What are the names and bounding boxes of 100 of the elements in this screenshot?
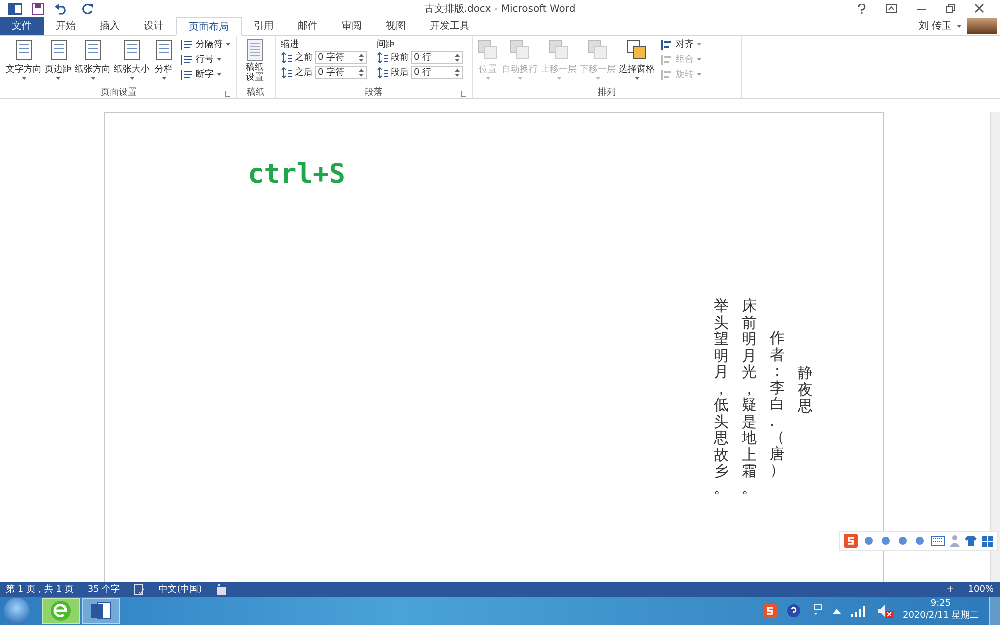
lines-icon bbox=[181, 38, 193, 50]
page-icon bbox=[82, 38, 104, 62]
field-label: 之后 bbox=[295, 66, 313, 79]
spacing-arrows-icon bbox=[377, 66, 389, 78]
ime-tool-icon[interactable] bbox=[863, 535, 875, 547]
dialog-launcher-icon[interactable] bbox=[461, 91, 467, 97]
ribbon-button[interactable]: 选择窗格 bbox=[618, 38, 656, 80]
sogou-s-icon bbox=[844, 534, 858, 548]
spin-arrows-icon[interactable] bbox=[455, 68, 460, 78]
caret-icon bbox=[22, 77, 26, 80]
align-icon bbox=[661, 54, 673, 66]
vertical-text-column: 作者：李白.（唐） bbox=[770, 330, 785, 478]
ribbon-tab[interactable]: 页面布局 bbox=[176, 17, 242, 36]
avatar-photo-placeholder bbox=[967, 18, 997, 34]
ribbon-button[interactable]: 分栏 bbox=[152, 38, 176, 80]
vertical-text-column: 床前明月光，疑是地上霜。 bbox=[742, 298, 757, 496]
ribbon-tab[interactable]: 邮件 bbox=[286, 17, 330, 35]
keyboard-icon[interactable] bbox=[931, 536, 945, 546]
layers-icon bbox=[509, 38, 531, 62]
caret-icon bbox=[697, 58, 702, 61]
close-icon[interactable] bbox=[975, 4, 984, 13]
spacing-arrows-icon bbox=[377, 52, 389, 64]
macro-icon[interactable] bbox=[216, 584, 228, 595]
align-icon bbox=[661, 68, 673, 80]
spin-field[interactable]: 0 字符 bbox=[315, 51, 367, 64]
restore-icon[interactable] bbox=[946, 4, 955, 13]
caret-icon bbox=[90, 77, 96, 80]
ribbon-button[interactable]: 稿纸设置 bbox=[240, 38, 270, 84]
ribbon-tab[interactable]: 插入 bbox=[88, 17, 132, 35]
page-icon bbox=[13, 38, 35, 62]
caret-icon bbox=[697, 43, 702, 46]
help-icon[interactable] bbox=[858, 4, 866, 14]
shirt-icon[interactable] bbox=[965, 535, 977, 547]
ribbon-tab[interactable]: 开发工具 bbox=[418, 17, 482, 35]
spin-field[interactable]: 0 字符 bbox=[315, 66, 367, 79]
ribbon-tab[interactable]: 视图 bbox=[374, 17, 418, 35]
ime-tool-icon[interactable] bbox=[880, 535, 892, 547]
file-tab[interactable]: 文件 bbox=[0, 17, 44, 35]
caret-icon bbox=[634, 77, 640, 80]
help-icon[interactable] bbox=[786, 604, 801, 618]
ribbon-button[interactable]: 文字方向 bbox=[5, 38, 43, 80]
clock-time[interactable]: 9:25 bbox=[930, 599, 952, 611]
caret-icon bbox=[596, 77, 600, 80]
spacing-arrows-icon bbox=[281, 66, 293, 78]
ribbon-tab[interactable]: 设计 bbox=[132, 17, 176, 35]
sogou-s-icon[interactable] bbox=[762, 604, 777, 618]
caret-icon[interactable] bbox=[957, 24, 962, 28]
proofing-icon[interactable] bbox=[134, 584, 146, 595]
layers-icon bbox=[626, 38, 648, 62]
section-label: 缩进 bbox=[281, 38, 300, 49]
ribbon-tab[interactable]: 引用 bbox=[242, 17, 286, 35]
taskbar-app-button[interactable] bbox=[82, 598, 120, 624]
muted-speaker-icon[interactable] bbox=[876, 604, 893, 618]
ribbon-button[interactable]: 纸张方向 bbox=[74, 38, 112, 80]
word-logo-icon bbox=[90, 601, 112, 621]
language-label[interactable]: 中文(中国) bbox=[159, 583, 202, 596]
field-label: 段后 bbox=[391, 66, 409, 79]
group-title: 页面设置 bbox=[101, 86, 137, 98]
ribbon-tab[interactable]: 审阅 bbox=[330, 17, 374, 35]
caret-icon bbox=[697, 73, 702, 76]
zoom-in-button[interactable]: + bbox=[946, 584, 954, 594]
lines-icon bbox=[181, 68, 193, 80]
ime-toolbar[interactable] bbox=[839, 531, 998, 551]
layers-icon bbox=[477, 38, 499, 62]
page-icon bbox=[121, 38, 143, 62]
vertical-scrollbar[interactable] bbox=[990, 112, 1000, 582]
grid-icon[interactable] bbox=[982, 536, 993, 546]
layers-icon bbox=[587, 38, 609, 62]
word-count[interactable]: 35 个字 bbox=[88, 583, 120, 596]
zoom-level[interactable]: 100% bbox=[968, 584, 994, 594]
user-name[interactable]: 刘 传玉 bbox=[918, 19, 952, 33]
ime-tool-icon[interactable] bbox=[914, 535, 926, 547]
ribbon-menu-button[interactable]: 对齐 bbox=[661, 38, 702, 51]
ribbon-menu-button[interactable]: 断字 bbox=[181, 68, 231, 81]
spin-arrows-icon[interactable] bbox=[359, 68, 364, 78]
spin-field[interactable]: 0 行 bbox=[411, 66, 463, 79]
caret-icon bbox=[556, 77, 562, 80]
ribbon-menu-button[interactable]: 行号 bbox=[181, 53, 231, 66]
start-button[interactable] bbox=[4, 598, 30, 624]
ribbon-tab[interactable]: 开始 bbox=[44, 17, 88, 35]
align-icon bbox=[661, 38, 673, 50]
up-arrow-icon[interactable] bbox=[832, 608, 841, 614]
browser-e-icon bbox=[50, 600, 72, 622]
dialog-launcher-icon[interactable] bbox=[225, 91, 231, 97]
ribbon-button[interactable]: 纸张大小 bbox=[113, 38, 151, 80]
ribbon-button[interactable]: 页边距 bbox=[44, 38, 73, 80]
ime-tool-icon[interactable] bbox=[897, 535, 909, 547]
save-icon[interactable] bbox=[32, 2, 44, 14]
caret-icon bbox=[162, 77, 166, 80]
signal-bars-icon[interactable] bbox=[850, 605, 867, 617]
redo-icon[interactable] bbox=[82, 2, 94, 14]
spin-arrows-icon[interactable] bbox=[455, 52, 460, 62]
spin-arrows-icon[interactable] bbox=[359, 52, 364, 62]
ribbon-display-icon[interactable] bbox=[886, 4, 897, 13]
caret-icon bbox=[56, 77, 61, 80]
word-logo-icon[interactable] bbox=[8, 2, 22, 16]
page-count[interactable]: 第 1 页，共 1 页 bbox=[6, 583, 74, 596]
spin-field[interactable]: 0 行 bbox=[411, 51, 463, 64]
clock-date[interactable]: 2020/2/11 星期二 bbox=[902, 611, 979, 623]
ribbon-menu-button[interactable]: 分隔符 bbox=[181, 38, 231, 51]
